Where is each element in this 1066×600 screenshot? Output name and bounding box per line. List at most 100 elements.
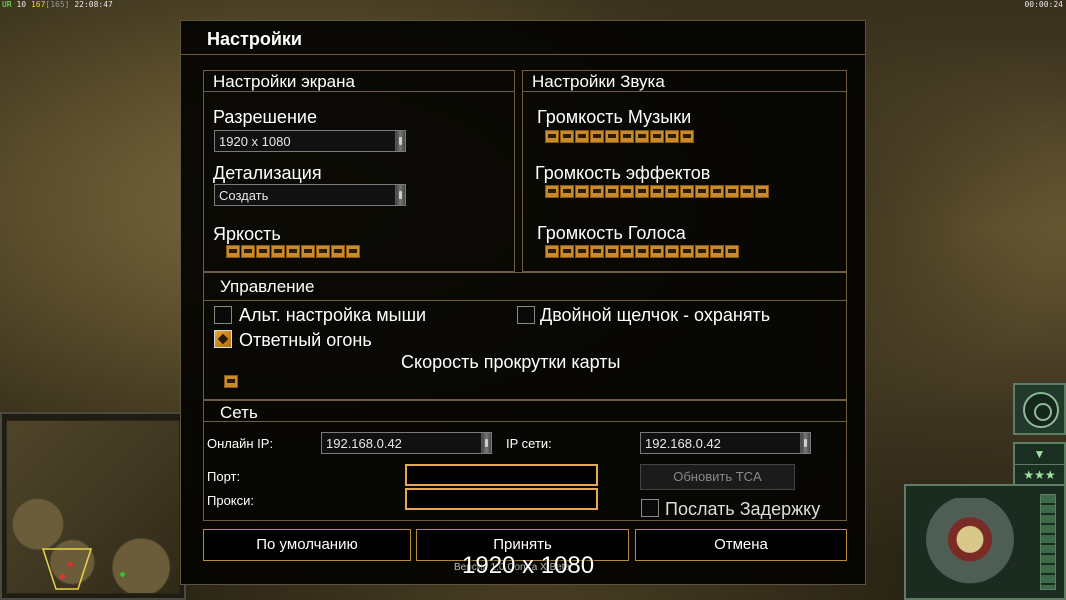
slider-segment[interactable] (560, 185, 574, 198)
resolution-select[interactable]: 1920 x 1080 (214, 130, 406, 152)
hud-stat-a: UR (2, 0, 12, 9)
slider-segment[interactable] (605, 185, 619, 198)
slider-segment[interactable] (695, 245, 709, 258)
slider-segment[interactable] (710, 185, 724, 198)
slider-segment[interactable] (635, 185, 649, 198)
slider-segment[interactable] (560, 245, 574, 258)
slider-segment[interactable] (680, 245, 694, 258)
slider-segment[interactable] (635, 245, 649, 258)
slider-segment[interactable] (620, 245, 634, 258)
cancel-button[interactable]: Отмена (635, 529, 847, 561)
slider-segment[interactable] (545, 130, 559, 143)
side-tabs[interactable]: ▼ ★★★ (1013, 442, 1066, 486)
slider-segment[interactable] (620, 130, 634, 143)
scroll-speed-slider[interactable] (224, 375, 238, 388)
slider-segment[interactable] (650, 245, 664, 258)
screen-settings-panel: Настройки экрана Разрешение 1920 x 1080 … (203, 70, 515, 272)
detail-label: Детализация (213, 163, 322, 183)
effects-volume-label: Громкость эффектов (535, 163, 711, 183)
slider-segment[interactable] (301, 245, 315, 258)
slider-segment[interactable] (590, 185, 604, 198)
slider-segment[interactable] (740, 185, 754, 198)
music-volume-slider[interactable] (545, 130, 694, 143)
slider-segment[interactable] (605, 130, 619, 143)
slider-segment[interactable] (680, 185, 694, 198)
slider-segment[interactable] (665, 185, 679, 198)
slider-segment[interactable] (575, 185, 589, 198)
slider-segment[interactable] (605, 245, 619, 258)
slider-segment[interactable] (755, 185, 769, 198)
detail-select[interactable]: Создать (214, 184, 406, 206)
effects-volume-slider[interactable] (545, 185, 769, 198)
slider-segment[interactable] (560, 130, 574, 143)
select-scroll-icon[interactable] (395, 131, 405, 151)
slider-segment[interactable] (271, 245, 285, 258)
return-fire-label[interactable]: Ответный огонь (239, 330, 372, 351)
brightness-slider[interactable] (226, 245, 360, 258)
hud-stat-c: 167 (30, 0, 46, 9)
controls-header: Управление (204, 273, 846, 301)
slider-segment[interactable] (224, 375, 238, 388)
minimap[interactable] (0, 412, 186, 600)
hud-clock: 22:08:47 (74, 0, 113, 9)
select-scroll-icon[interactable] (481, 433, 491, 453)
slider-segment[interactable] (725, 245, 739, 258)
select-scroll-icon[interactable] (800, 433, 810, 453)
resolution-label: Разрешение (213, 107, 317, 127)
lan-ip-select[interactable]: 192.168.0.42 (640, 432, 811, 454)
screen-settings-header: Настройки экрана (204, 71, 514, 92)
port-input[interactable] (405, 464, 598, 486)
hud-stats: UR 10 167[165] 22:08:47 (2, 0, 113, 9)
hud-stat-b: 10 (16, 0, 27, 9)
slider-segment[interactable] (725, 185, 739, 198)
slider-segment[interactable] (590, 245, 604, 258)
slider-segment[interactable] (316, 245, 330, 258)
slider-segment[interactable] (241, 245, 255, 258)
slider-segment[interactable] (650, 130, 664, 143)
double-click-guard-checkbox[interactable] (517, 306, 535, 324)
rank-stars-icon[interactable]: ★★★ (1015, 464, 1064, 484)
brightness-label: Яркость (213, 224, 281, 244)
select-scroll-icon[interactable] (395, 185, 405, 205)
voice-volume-slider[interactable] (545, 245, 739, 258)
slider-segment[interactable] (331, 245, 345, 258)
voice-volume-label: Громкость Голоса (537, 223, 686, 243)
chevron-down-icon[interactable]: ▼ (1015, 444, 1064, 464)
slider-segment[interactable] (545, 245, 559, 258)
minimap-unit-dot (120, 572, 125, 577)
minimap-terrain[interactable] (6, 420, 180, 594)
slider-segment[interactable] (620, 185, 634, 198)
slider-segment[interactable] (286, 245, 300, 258)
proxy-input[interactable] (405, 488, 598, 510)
slider-segment[interactable] (695, 185, 709, 198)
slider-segment[interactable] (256, 245, 270, 258)
double-click-guard-label[interactable]: Двойной щелчок - охранять (540, 305, 770, 326)
slider-segment[interactable] (575, 245, 589, 258)
radar-button[interactable] (1013, 383, 1066, 435)
slider-segment[interactable] (665, 245, 679, 258)
lan-ip-value: 192.168.0.42 (645, 436, 721, 451)
dialog-title: Настройки (207, 29, 302, 49)
default-button[interactable]: По умолчанию (203, 529, 411, 561)
slider-segment[interactable] (710, 245, 724, 258)
alt-mouse-checkbox[interactable] (214, 306, 232, 324)
return-fire-checkbox[interactable] (214, 330, 232, 348)
slider-segment[interactable] (545, 185, 559, 198)
slider-segment[interactable] (650, 185, 664, 198)
online-ip-value: 192.168.0.42 (326, 436, 402, 451)
slider-segment[interactable] (665, 130, 679, 143)
slider-segment[interactable] (575, 130, 589, 143)
slider-segment[interactable] (346, 245, 360, 258)
alt-mouse-label[interactable]: Альт. настройка мыши (239, 305, 426, 326)
network-panel: Сеть Онлайн IP: 192.168.0.42 IP сети: 19… (203, 400, 847, 521)
update-tca-button[interactable]: Обновить TCA (640, 464, 795, 490)
slider-segment[interactable] (635, 130, 649, 143)
online-ip-select[interactable]: 192.168.0.42 (321, 432, 492, 454)
slider-segment[interactable] (226, 245, 240, 258)
proxy-label: Прокси: (207, 493, 255, 508)
send-delay-label[interactable]: Послать Задержку (665, 499, 820, 520)
send-delay-checkbox[interactable] (641, 499, 659, 517)
slider-segment[interactable] (680, 130, 694, 143)
slider-segment[interactable] (590, 130, 604, 143)
controls-title: Управление (220, 277, 315, 296)
